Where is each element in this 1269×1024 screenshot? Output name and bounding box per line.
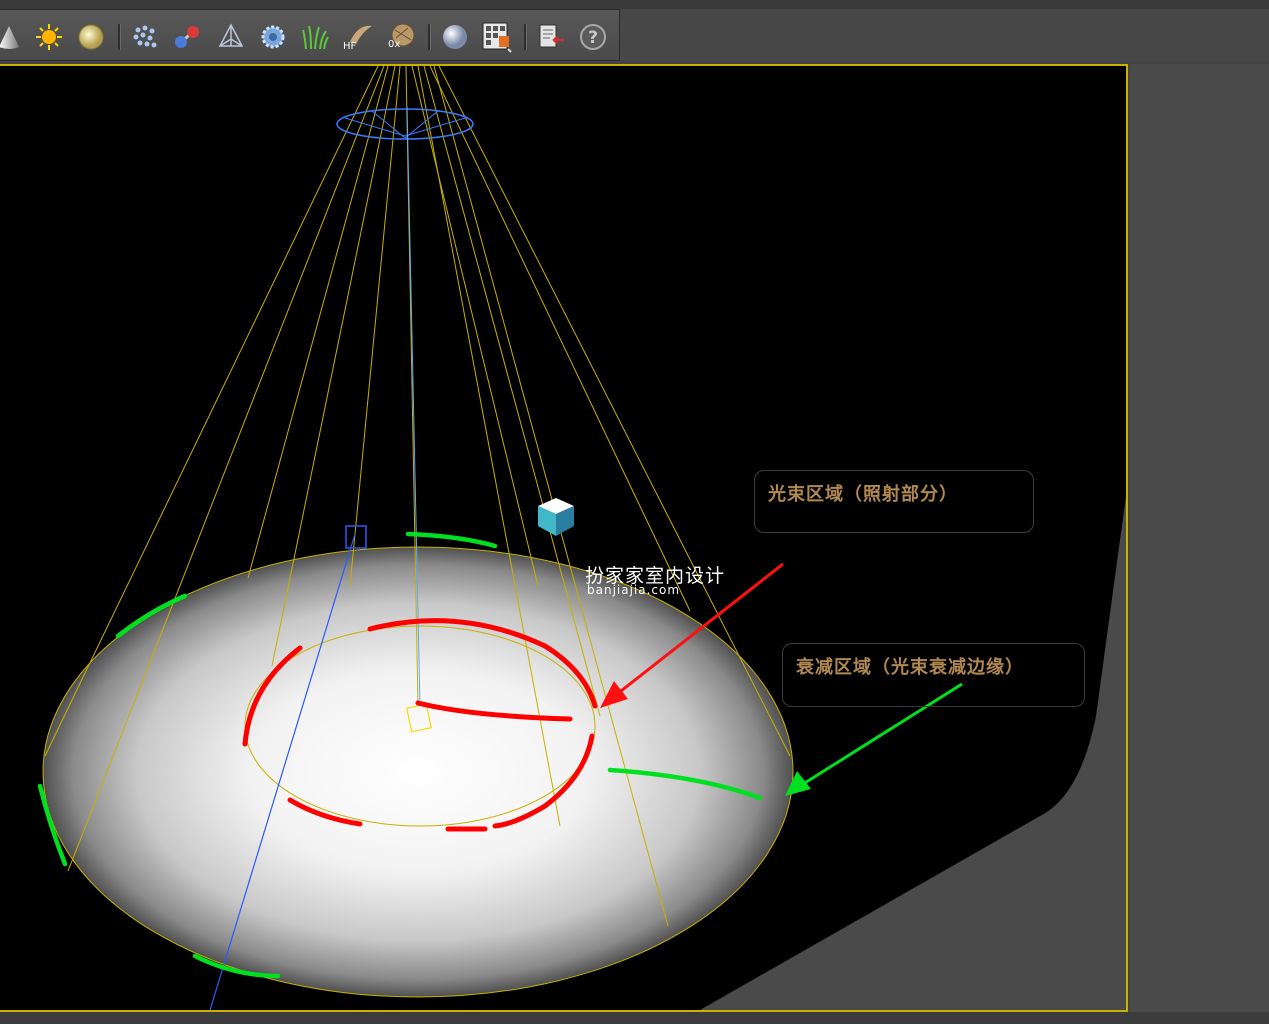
- gear-mesh-icon[interactable]: [256, 20, 290, 54]
- hair-fur-icon[interactable]: HF: [340, 20, 374, 54]
- target-box-icon: [345, 525, 367, 549]
- pyramid-mesh-icon[interactable]: [214, 20, 248, 54]
- material-grid-icon[interactable]: [480, 20, 514, 54]
- beam-annotation: 光束区域（照射部分）: [754, 470, 1034, 533]
- proxy-icon[interactable]: 0x: [384, 20, 418, 54]
- sun-light-icon[interactable]: [32, 20, 66, 54]
- hair-fur-label: HF: [343, 41, 357, 52]
- spotlight-scene: [37, 66, 1126, 1010]
- toolbar-separator: [524, 24, 527, 50]
- sphere-material-icon[interactable]: [438, 20, 472, 54]
- help-icon[interactable]: ?: [576, 20, 610, 54]
- particles-icon[interactable]: [128, 20, 162, 54]
- falloff-annotation: 衰减区域（光束衰减边缘）: [782, 643, 1085, 707]
- toolbar-empty-area: [620, 9, 1269, 61]
- watermark-subtitle: banjiajia.com: [587, 583, 681, 597]
- light-source-ring: [336, 108, 474, 140]
- toolbar: HF 0x ?: [0, 9, 620, 61]
- grass-icon[interactable]: [298, 20, 332, 54]
- right-panel: [1130, 64, 1269, 1012]
- bottom-strip: [0, 1012, 1269, 1024]
- import-icon[interactable]: [534, 20, 568, 54]
- help-label: ?: [588, 28, 598, 48]
- proxy-label: 0x: [388, 39, 400, 50]
- viewport-3d[interactable]: 扮家家室内设计 banjiajia.com 光束区域（照射部分） 衰减区域（光束…: [0, 64, 1128, 1012]
- watermark-logo-icon: [538, 498, 574, 536]
- toolbar-separator: [118, 24, 121, 50]
- toolbar-separator: [428, 24, 431, 50]
- cone-icon[interactable]: [0, 20, 26, 54]
- sky-light-icon[interactable]: [74, 20, 108, 54]
- molecule-icon[interactable]: [170, 20, 204, 54]
